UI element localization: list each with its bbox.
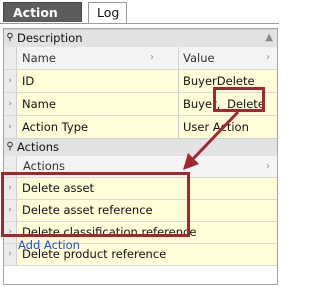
row-gutter — [4, 156, 17, 177]
expand-chevron-icon[interactable]: › — [4, 70, 17, 92]
property-value-highlight: Delete — [227, 97, 265, 111]
actions-category-header[interactable]: ⚲ Actions — [4, 138, 277, 157]
property-name: Action Type — [17, 116, 179, 138]
action-item-label: Delete asset reference — [17, 200, 277, 221]
scroll-up-icon[interactable]: ▲ — [265, 30, 273, 46]
column-chevron-icon[interactable]: › — [266, 47, 270, 69]
description-category-header[interactable]: ⚲ Description ▲ — [4, 29, 277, 48]
property-value-prefix: Buyer, — [183, 97, 221, 111]
description-column-header: Name › Value › — [4, 47, 277, 70]
expand-chevron-icon[interactable]: › — [4, 178, 17, 199]
expand-chevron-icon[interactable]: › — [4, 222, 17, 243]
column-header-value[interactable]: Value — [179, 47, 277, 69]
description-category-title: Description — [17, 31, 83, 45]
pin-icon[interactable]: ⚲ — [6, 139, 14, 155]
action-item-label: Delete asset — [17, 178, 277, 199]
tab-bar: Action Set Log — [0, 0, 279, 40]
property-row-action-type[interactable]: › Action Type User Action — [4, 116, 277, 139]
actions-column-header: Actions › — [4, 156, 277, 178]
column-chevron-icon[interactable]: › — [266, 156, 270, 177]
add-action-link[interactable]: Add Action — [18, 238, 80, 252]
tab-log[interactable]: Log — [88, 2, 127, 23]
column-chevron-icon[interactable]: › — [150, 47, 154, 69]
property-name: ID — [17, 70, 179, 92]
actions-column-label[interactable]: Actions — [23, 156, 65, 177]
actions-category-title: Actions — [17, 140, 60, 154]
action-item[interactable]: › Delete asset — [4, 178, 277, 200]
expand-chevron-icon[interactable]: › — [4, 93, 17, 115]
property-name: Name — [17, 93, 179, 115]
property-value[interactable]: BuyerDelete — [179, 70, 277, 92]
row-gutter — [4, 47, 17, 69]
column-header-name[interactable]: Name — [17, 47, 179, 69]
property-row-name[interactable]: › Name Buyer, Delete — [4, 93, 277, 116]
pin-icon[interactable]: ⚲ — [6, 30, 14, 46]
property-value[interactable]: Buyer, Delete — [179, 93, 277, 115]
tab-action-set[interactable]: Action Set — [3, 2, 82, 40]
expand-chevron-icon[interactable]: › — [4, 200, 17, 221]
property-value[interactable]: User Action — [179, 116, 277, 138]
expand-chevron-icon[interactable]: › — [4, 244, 17, 265]
action-item[interactable]: › Delete asset reference — [4, 200, 277, 222]
property-row-id[interactable]: › ID BuyerDelete — [4, 70, 277, 93]
expand-chevron-icon[interactable]: › — [4, 116, 17, 138]
